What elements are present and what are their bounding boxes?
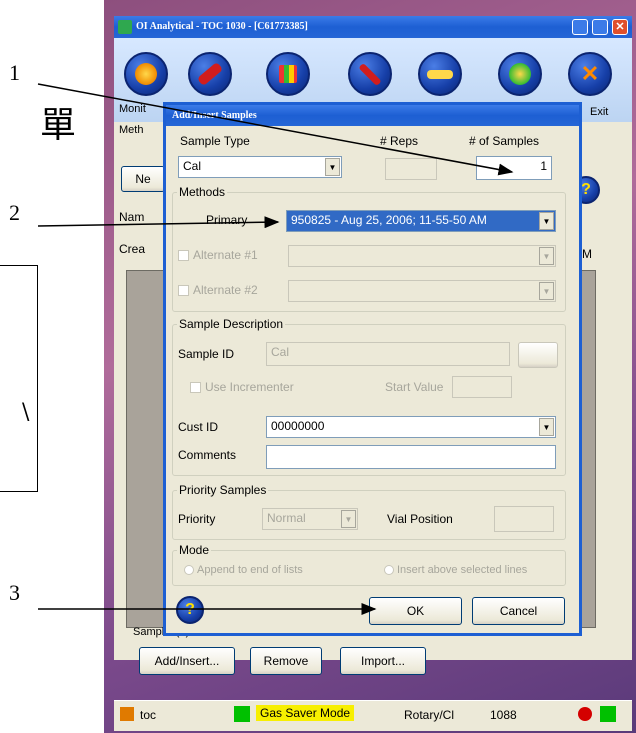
callout-2-arrow [37, 216, 280, 229]
page: { "annotations": { "callouts": ["1", "2"… [0, 0, 636, 733]
callout-arrows [37, 83, 514, 615]
callout-1-arrow [37, 83, 514, 176]
